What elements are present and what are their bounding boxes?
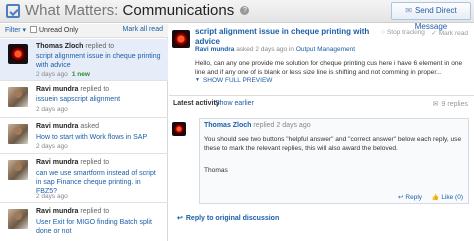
list-item-action: replied to	[85, 43, 115, 50]
thread-place[interactable]: Output Management	[296, 46, 355, 53]
filter-dropdown[interactable]: Filter ▾	[5, 26, 26, 34]
avatar	[172, 30, 190, 48]
reply-card: Thomas Zloch replied 2 days ago You shou…	[199, 118, 469, 204]
new-count-badge: 1 new	[71, 71, 90, 78]
list-item-subject[interactable]: script alignment issue in cheque printin…	[36, 52, 162, 70]
list-item-author[interactable]: Ravi mundra	[36, 208, 78, 215]
list-item-time: 2 days ago	[36, 71, 68, 78]
stop-tracking-button[interactable]: Stop tracking	[381, 29, 425, 36]
thread-asked-time: asked 2 days ago	[236, 46, 288, 53]
page-title-section: Communications	[122, 2, 235, 19]
filter-bar: Filter ▾ Unread Only Mark all read	[0, 24, 168, 38]
list-item-action: asked	[80, 123, 100, 130]
mark-all-read-link[interactable]: Mark all read	[123, 26, 163, 33]
list-item-author[interactable]: Thomas Zloch	[36, 43, 83, 50]
list-item-subject[interactable]: issuein sapscript alignment	[36, 95, 162, 104]
unread-only-label: Unread Only	[39, 27, 79, 34]
send-direct-message-button[interactable]: Send Direct Message	[391, 2, 471, 31]
mark-read-button[interactable]: Mark read	[431, 29, 468, 37]
reply-button[interactable]: Reply	[398, 194, 422, 201]
checkmark-logo-icon	[6, 4, 20, 18]
reply-to-original-link[interactable]: Reply to original discussion	[177, 214, 279, 222]
list-item-subject[interactable]: User Exit for MIGO finding Batch split d…	[36, 218, 162, 236]
communications-list-pane: Filter ▾ Unread Only Mark all read Thoma…	[0, 24, 168, 241]
reply-author[interactable]: Thomas Zloch	[204, 122, 251, 129]
avatar	[8, 87, 28, 107]
discussion-pane: script alignment issue in cheque printin…	[169, 24, 474, 241]
like-button[interactable]: Like (0)	[432, 194, 463, 201]
list-item[interactable]: Thomas Zloch replied to script alignment…	[0, 39, 168, 81]
list-item-author[interactable]: Ravi mundra	[36, 123, 78, 130]
avatar	[8, 44, 28, 64]
replies-count: 9 replies	[433, 100, 468, 108]
help-icon[interactable]: ?	[240, 6, 250, 15]
page-title: What Matters: Communications ?	[25, 2, 250, 19]
thread-header: script alignment issue in cheque printin…	[169, 24, 474, 96]
unread-only-checkbox[interactable]	[30, 26, 37, 33]
list-item-author[interactable]: Ravi mundra	[36, 159, 78, 166]
reply-signature: Thomas	[204, 167, 228, 174]
list-item[interactable]: Ravi mundra asked How to start with Work…	[0, 119, 168, 154]
activity-bar: Latest activity Show earlier 9 replies	[169, 97, 474, 111]
thread-meta: Ravi mundra asked 2 days ago in Output M…	[195, 46, 355, 53]
avatar	[8, 209, 28, 229]
page-title-prefix: What Matters:	[25, 2, 123, 19]
list-item[interactable]: Ravi mundra replied to can we use smartf…	[0, 155, 168, 203]
show-earlier-link[interactable]: Show earlier	[215, 100, 254, 107]
list-item-action: replied to	[80, 86, 110, 93]
top-bar: What Matters: Communications ? Send Dire…	[0, 0, 474, 31]
thread-title[interactable]: script alignment issue in cheque printin…	[195, 27, 375, 47]
reply-time: replied 2 days ago	[253, 122, 311, 129]
list-item-time: 2 days ago	[36, 143, 68, 150]
list-item[interactable]: Ravi mundra replied to User Exit for MIG…	[0, 204, 168, 241]
show-full-preview-link[interactable]: SHOW FULL PREVIEW	[195, 77, 272, 84]
latest-activity-label: Latest activity	[173, 100, 220, 107]
list-item-subject[interactable]: can we use smartform instead of script i…	[36, 169, 162, 196]
thread-body: Hello, can any one provide me solution f…	[195, 60, 463, 76]
avatar	[8, 160, 28, 180]
list-item-time: 2 days ago	[36, 193, 68, 200]
list-item[interactable]: Ravi mundra replied to issuein sapscript…	[0, 82, 168, 118]
list-item-action: replied to	[80, 208, 110, 215]
avatar	[172, 122, 186, 136]
unread-only-toggle[interactable]: Unread Only	[30, 26, 78, 34]
reply-message: You should see two buttons "helpful answ…	[204, 136, 462, 152]
list-item-time: 2 days ago	[36, 106, 68, 113]
thread-in-label: in	[288, 46, 295, 53]
thread-author[interactable]: Ravi mundra	[195, 46, 234, 53]
avatar	[8, 124, 28, 144]
list-item-subject[interactable]: How to start with Work flows in SAP	[36, 133, 162, 142]
list-item-author[interactable]: Ravi mundra	[36, 86, 78, 93]
list-item-action: replied to	[80, 159, 110, 166]
